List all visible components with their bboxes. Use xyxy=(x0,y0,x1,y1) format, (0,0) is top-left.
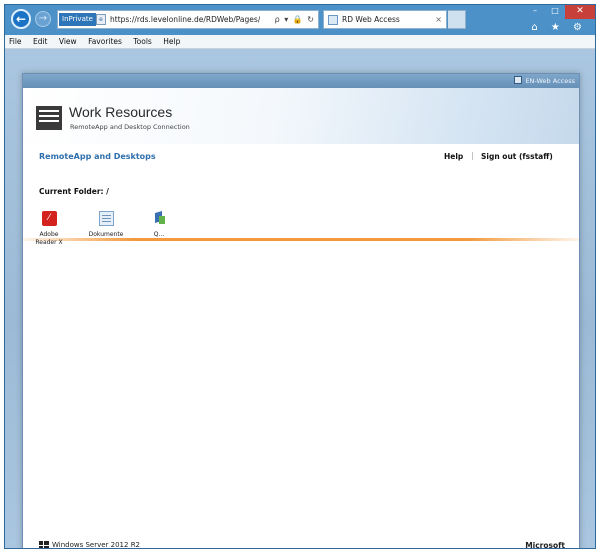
app-dokumente[interactable]: Dokumente xyxy=(85,211,127,239)
menu-item-help[interactable]: Help xyxy=(163,37,180,46)
site-favicon-icon: e xyxy=(96,14,106,25)
nav-separator: | xyxy=(471,151,474,160)
language-link[interactable]: EN-Web Access xyxy=(514,74,575,88)
page-subtitle: RemoteApp and Desktop Connection xyxy=(70,123,190,131)
inprivate-badge: InPrivate xyxy=(59,13,96,26)
browser-titlebar: ← → InPrivate e https://rds.levelonline.… xyxy=(5,5,595,35)
app-third[interactable]: Q... xyxy=(138,211,180,239)
menu-item-edit[interactable]: Edit xyxy=(33,37,48,46)
back-button[interactable]: ← xyxy=(11,9,31,29)
minimize-button[interactable]: – xyxy=(525,5,545,19)
pdf-icon: ⁄ xyxy=(41,211,57,226)
document-icon xyxy=(98,211,114,226)
menu-item-favorites[interactable]: Favorites xyxy=(88,37,122,46)
address-bar[interactable]: InPrivate e https://rds.levelonline.de/R… xyxy=(57,10,319,29)
tab-remoteapp-desktops[interactable]: RemoteApp and Desktops xyxy=(39,152,156,161)
app-label: Dokumente xyxy=(88,231,124,238)
page-background: EN-Web Access Work Resources RemoteApp a… xyxy=(5,49,595,548)
menu-item-view[interactable]: View xyxy=(59,37,77,46)
windows-server-brand: Windows Server 2012 R2 xyxy=(52,541,141,549)
rd-web-panel: EN-Web Access Work Resources RemoteApp a… xyxy=(22,73,580,549)
new-tab-button[interactable] xyxy=(448,10,466,29)
app-icon xyxy=(152,211,167,226)
app-adobe-reader[interactable]: ⁄ Adobe Reader X xyxy=(28,211,70,247)
menu-item-file[interactable]: File xyxy=(9,37,22,46)
language-icon xyxy=(514,76,523,84)
page-header: Work Resources RemoteApp and Desktop Con… xyxy=(23,88,579,144)
url-text[interactable]: https://rds.levelonline.de/RDWeb/Pages/e… xyxy=(110,11,260,28)
tab-favicon-icon xyxy=(328,15,338,25)
page-title: Work Resources xyxy=(69,104,173,120)
app-label: Q... xyxy=(153,231,165,238)
menu-item-tools[interactable]: Tools xyxy=(133,37,151,46)
microsoft-logo: Microsoft xyxy=(525,541,565,549)
tab-rd-web-access[interactable]: RD Web Access × xyxy=(323,10,447,29)
address-actions-icon[interactable]: ρ ▾ 🔒 ↻ xyxy=(275,11,315,28)
page-footer: Windows Server 2012 R2 Microsoft xyxy=(23,528,579,549)
sign-out-link[interactable]: Sign out (fsstaff) xyxy=(481,152,553,161)
language-link-label: EN-Web Access xyxy=(525,77,575,85)
windows-logo-icon xyxy=(39,541,49,548)
home-favorites-tools-icon[interactable]: ⌂ ★ ⚙ xyxy=(531,22,587,33)
current-folder-label: Current Folder: / xyxy=(39,187,109,196)
close-window-button[interactable]: ✕ xyxy=(565,5,595,19)
work-resources-logo-icon xyxy=(36,106,62,130)
help-link[interactable]: Help xyxy=(444,152,463,161)
maximize-button[interactable]: □ xyxy=(545,5,565,19)
browser-window: ← → InPrivate e https://rds.levelonline.… xyxy=(4,4,596,549)
window-controls: – □ ✕ xyxy=(525,5,595,19)
menu-bar: File Edit View Favorites Tools Help xyxy=(5,35,595,49)
tab-title: RD Web Access xyxy=(342,15,400,24)
forward-button[interactable]: → xyxy=(35,11,51,27)
app-label: Adobe Reader X xyxy=(35,231,63,246)
nav-row: RemoteApp and Desktops Help | Sign out (… xyxy=(23,144,579,241)
language-strip: EN-Web Access xyxy=(23,74,579,88)
tab-close-icon[interactable]: × xyxy=(435,11,442,28)
